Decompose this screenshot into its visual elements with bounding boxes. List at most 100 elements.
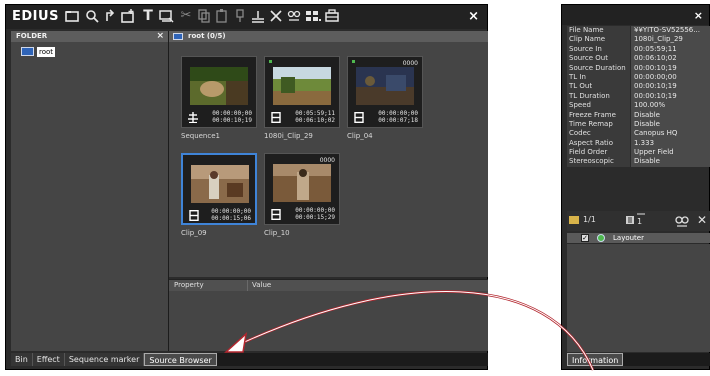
folder-header-label: FOLDER — [16, 32, 48, 40]
clip-counter: 0000 — [402, 60, 418, 67]
clip-status-dot — [352, 60, 355, 63]
tab-information[interactable]: Information — [567, 353, 624, 366]
info-value: Upper Field — [630, 148, 710, 158]
timecode-out: 00:06:10;02 — [295, 117, 335, 124]
clip-thumbnail[interactable]: 00:00:00;00 00:00:10;19 — [181, 56, 257, 128]
layouter-row[interactable]: ✓ Layouter — [567, 233, 710, 243]
sequence-icon — [188, 112, 198, 124]
folder-icon — [173, 33, 183, 40]
clip-type-icon — [271, 208, 281, 221]
info-row: Clip Name 1080i_Clip_29 — [567, 35, 710, 45]
clip-type-icon — [189, 209, 199, 222]
folder-panel-header: FOLDER × — [11, 31, 168, 42]
clip-preview-image — [273, 67, 331, 105]
clip-counter: 0000 — [319, 157, 335, 164]
clip-thumbnail[interactable]: 0000 00:00:00;00 00:00:07;18 — [347, 56, 423, 128]
timecode-in: 00:00:00;00 — [295, 207, 335, 214]
timecode-in: 00:00:00;00 — [212, 110, 252, 117]
property-column-header[interactable]: Property — [169, 280, 204, 291]
tab-sequence-marker[interactable]: Sequence marker — [64, 353, 145, 366]
add-to-timeline-icon[interactable] — [232, 8, 248, 24]
info-row: Freeze Frame Disable — [567, 110, 710, 120]
layouter-label: Layouter — [613, 234, 644, 242]
value-column-header[interactable]: Value — [247, 280, 271, 291]
folder-tree-root[interactable]: root — [21, 46, 56, 57]
folder-root-label: root — [37, 46, 56, 57]
clip-item[interactable]: 00:00:00;00 00:00:10;19 Sequence1 — [181, 56, 259, 140]
clip-view-path: root (0/5) — [188, 32, 226, 40]
info-row: TL Duration 00:00:10;19 — [567, 91, 710, 102]
layouter-checkbox[interactable]: ✓ — [581, 234, 589, 242]
clip-type-icon — [271, 111, 281, 124]
add-sequence-icon[interactable] — [158, 8, 174, 24]
bin-settings-icon[interactable] — [324, 8, 340, 24]
info-key: Freeze Frame — [567, 110, 630, 120]
search-icon[interactable] — [84, 8, 100, 24]
info-close-button[interactable]: × — [694, 9, 703, 22]
folder-close-button[interactable]: × — [156, 31, 164, 42]
timecode-in: 00:05:59;11 — [295, 110, 335, 117]
info-row: Speed 100.00% — [567, 101, 710, 111]
info-value: Canopus HQ — [630, 129, 710, 139]
clip-preview-image — [190, 67, 248, 105]
clip-view: root (0/5) 00:00:00;00 00:00:10;19 Sequen… — [169, 31, 488, 277]
clip-name: Clip_10 — [264, 229, 290, 237]
link-icon[interactable] — [675, 215, 689, 230]
info-key: File Name — [567, 26, 630, 36]
info-row: Time Remap Disable — [567, 119, 710, 130]
tab-bin[interactable]: Bin — [11, 353, 33, 366]
clip-thumbnail[interactable]: 00:05:59;11 00:06:10;02 — [264, 56, 340, 128]
insert-icon[interactable] — [250, 8, 266, 24]
clip-timecode: 00:00:00;00 00:00:10;19 — [212, 110, 252, 124]
clip-preview-image — [191, 165, 249, 203]
info-row: Source Duration 00:00:10;19 — [567, 63, 710, 73]
clip-thumbnail[interactable]: 00:00:00;00 00:00:15;06 — [181, 153, 257, 225]
clip-timecode: 00:00:00;00 00:00:07;18 — [378, 110, 418, 124]
clip-name: Clip_09 — [181, 229, 207, 237]
timecode-out: 00:00:15;29 — [295, 214, 335, 221]
clip-item-selected[interactable]: 00:00:00;00 00:00:15;06 Clip_09 — [181, 153, 259, 237]
clip-timecode: 00:05:59;11 00:06:10;02 — [295, 110, 335, 124]
bin-close-button[interactable]: × — [468, 9, 479, 24]
clip-view-header: root (0/5) — [169, 31, 488, 42]
clip-thumbnail[interactable]: 0000 00:00:00;00 00:00:15;29 — [264, 153, 340, 225]
tab-source-browser[interactable]: Source Browser — [144, 353, 217, 366]
info-value: Disable — [630, 119, 710, 130]
info-tab-bar: Information — [567, 353, 710, 366]
timecode-out: 00:00:15;06 — [211, 215, 251, 222]
delete-layer-icon[interactable]: ✕ — [697, 213, 707, 227]
cut-icon[interactable]: ✂ — [178, 8, 194, 24]
info-value: 00:00:10;19 — [630, 63, 710, 73]
info-key: Clip Name — [567, 35, 630, 45]
new-folder-icon[interactable] — [120, 8, 136, 24]
info-toolbar: × — [562, 5, 709, 25]
up-folder-icon[interactable] — [102, 8, 118, 24]
info-table: File Name ¥¥YITO-SV52556... Clip Name 1080… — [567, 26, 710, 167]
view-mode-icon[interactable] — [305, 8, 321, 24]
clip-preview-image — [273, 164, 331, 202]
tab-effect[interactable]: Effect — [32, 353, 65, 366]
info-row: Stereoscopic Disable — [567, 157, 710, 167]
copy-icon[interactable] — [196, 8, 212, 24]
title-icon[interactable]: T — [140, 8, 156, 24]
info-value: 00:06:10;02 — [630, 54, 710, 64]
delete-icon[interactable] — [268, 8, 284, 24]
layer-list-icon[interactable]: 1 — [625, 213, 647, 229]
info-value: 00:00:10;19 — [630, 91, 710, 102]
clip-item[interactable]: 0000 00:00:00;00 00:00:15;29 Clip_10 — [264, 153, 342, 237]
property-header: Property Value — [169, 280, 488, 291]
clip-preview-image — [356, 67, 414, 105]
clip-name: Sequence1 — [181, 132, 220, 140]
property-panel: Property Value — [169, 279, 488, 351]
properties-icon[interactable] — [286, 8, 302, 24]
layer-index: 1 — [637, 217, 642, 226]
paste-icon[interactable] — [214, 8, 230, 24]
folder-icon — [21, 47, 34, 56]
clip-item[interactable]: 0000 00:00:00;00 00:00:07;18 Clip_04 — [347, 56, 425, 140]
folder-view-icon[interactable] — [64, 8, 80, 24]
info-row: Field Order Upper Field — [567, 148, 710, 158]
clip-item[interactable]: 00:05:59;11 00:06:10;02 1080i_Clip_29 — [264, 56, 342, 140]
clip-timecode: 00:00:00;00 00:00:15;06 — [211, 208, 251, 222]
info-value: ¥¥YITO-SV52556... — [630, 26, 710, 36]
folder-panel: FOLDER × root — [11, 31, 169, 351]
